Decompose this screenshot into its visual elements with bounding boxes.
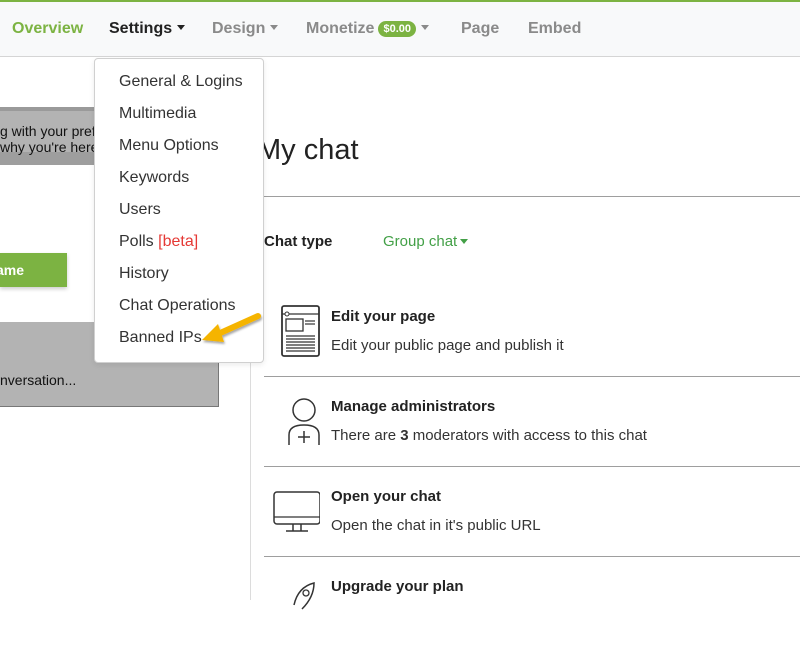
chat-type-dropdown[interactable]: Group chat — [383, 233, 469, 250]
action-title: Open your chat — [331, 488, 442, 505]
nav-tab-label: Embed — [528, 20, 582, 37]
monitor-icon — [273, 491, 320, 532]
menu-item-keywords[interactable]: Keywords — [119, 169, 189, 187]
add-user-icon — [288, 398, 320, 445]
nav-tab-embed[interactable]: Embed — [528, 20, 581, 38]
earnings-badge: $0.00 — [378, 21, 416, 37]
divider — [251, 196, 800, 197]
action-description: There are 3 moderators with access to th… — [331, 427, 647, 444]
pointer-arrow-icon — [202, 313, 261, 342]
action-title: Edit your page — [331, 308, 436, 325]
caret-down-icon — [177, 25, 186, 31]
chat-type-value: Group chat — [383, 233, 458, 250]
page-title: My chat — [257, 134, 359, 166]
caret-down-icon — [270, 25, 279, 31]
nav-tab-label: Overview — [12, 20, 84, 37]
conversation-placeholder: nversation... — [0, 372, 77, 388]
menu-item-history[interactable]: History — [119, 265, 169, 283]
action-edit-page[interactable]: Edit your page Edit your public page and… — [264, 305, 800, 393]
menu-item-general-logins[interactable]: General & Logins — [119, 73, 243, 91]
beta-tag: [beta] — [158, 233, 199, 250]
menu-item-users[interactable]: Users — [119, 201, 161, 219]
nav-tab-label: Monetize — [306, 20, 375, 37]
menu-item-menu-options[interactable]: Menu Options — [119, 137, 219, 155]
nav-tab-page[interactable]: Page — [461, 20, 499, 38]
nav-tab-label: Page — [461, 20, 500, 37]
nav-tab-label: Settings — [109, 20, 173, 37]
menu-item-label: Polls — [119, 233, 154, 250]
nav-tab-design[interactable]: Design — [212, 20, 279, 38]
action-manage-administrators[interactable]: Manage administrators There are 3 modera… — [264, 395, 800, 483]
caret-down-icon — [420, 25, 429, 31]
action-open-chat[interactable]: Open your chat Open the chat in it's pub… — [264, 485, 800, 573]
menu-item-polls[interactable]: Polls [beta] — [119, 233, 198, 251]
menu-item-banned-ips[interactable]: Banned IPs — [119, 329, 202, 347]
action-description: Edit your public page and publish it — [331, 337, 564, 354]
nav-tab-settings[interactable]: Settings — [109, 20, 186, 38]
divider — [264, 466, 800, 467]
desc-prefix: There are — [331, 427, 401, 444]
divider — [264, 376, 800, 377]
divider — [264, 556, 800, 557]
action-title: Manage administrators — [331, 398, 496, 415]
welcome-line-2: why you're here — [0, 139, 99, 155]
action-upgrade-plan[interactable]: Upgrade your plan — [264, 575, 800, 663]
chat-type-label: Chat type — [264, 233, 333, 250]
nav-tab-overview[interactable]: Overview — [12, 20, 83, 38]
rocket-icon — [293, 582, 315, 610]
nav-tab-monetize[interactable]: Monetize $0.00 — [306, 20, 429, 38]
set-name-button-label: ame — [0, 262, 25, 278]
set-name-button[interactable]: ame — [0, 253, 67, 287]
nav-tab-label: Design — [212, 20, 266, 37]
moderator-count: 3 — [400, 427, 409, 444]
caret-down-icon — [460, 238, 469, 244]
webpage-icon — [281, 305, 320, 357]
top-nav-bar: Overview Settings Design Monetize $0.00 P… — [0, 0, 800, 57]
action-description: Open the chat in it's public URL — [331, 517, 541, 534]
desc-suffix: moderators with access to this chat — [408, 427, 647, 444]
welcome-line-1: g with your prefe — [0, 123, 104, 139]
action-title: Upgrade your plan — [331, 578, 464, 595]
welcome-message-text: g with your prefe why you're here — [0, 123, 104, 155]
menu-item-multimedia[interactable]: Multimedia — [119, 105, 196, 123]
